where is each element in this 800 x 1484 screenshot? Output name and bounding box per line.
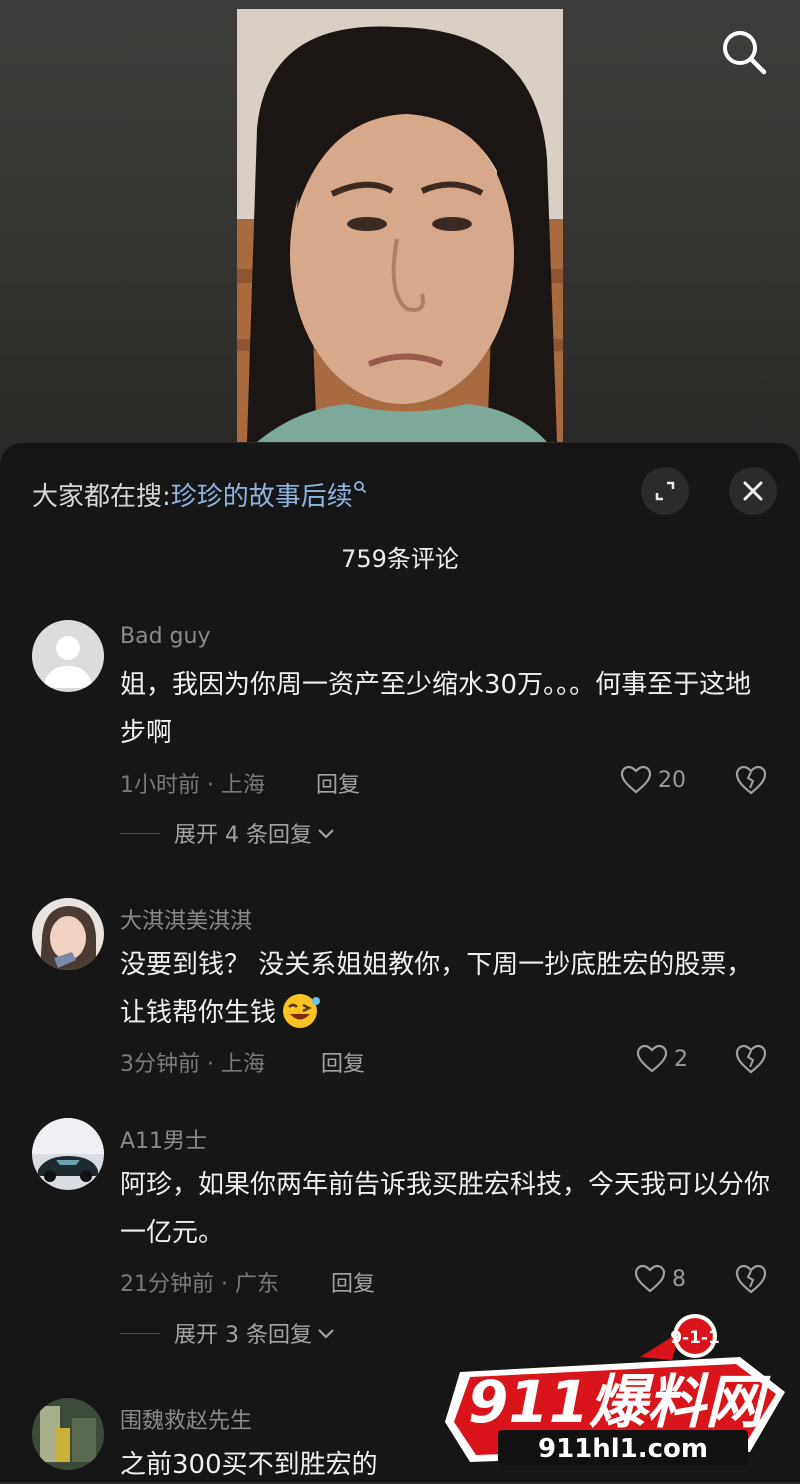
avatar[interactable]: [32, 620, 104, 692]
search-button[interactable]: [718, 26, 770, 78]
heart-icon: [634, 1264, 666, 1293]
search-icon: [723, 31, 767, 75]
broken-heart-icon: [735, 1044, 767, 1074]
avatar[interactable]: [32, 1118, 104, 1190]
divider-line: [120, 1332, 160, 1334]
reply-button[interactable]: 回复: [321, 1046, 365, 1078]
dislike-button[interactable]: [734, 764, 768, 798]
hot-search-prefix: 大家都在搜:: [32, 482, 171, 512]
expand-button[interactable]: [641, 467, 689, 515]
comment-time-location: 1小时前 · 上海: [120, 773, 265, 798]
reply-button[interactable]: 回复: [331, 1266, 375, 1298]
expand-replies[interactable]: 展开 3 条回复: [120, 1318, 336, 1348]
like-button[interactable]: 8: [634, 1261, 686, 1297]
comment-text: 没要到钱？ 没关系姐姐教你，下周一抄底胜宏的股票，让钱帮你生钱: [120, 941, 770, 1037]
comment-count: 759条评论: [341, 545, 459, 573]
heart-icon: [620, 765, 652, 794]
watermark-logo: 9-1-1 911爆料网 911hl1.com: [440, 1312, 790, 1480]
video-player[interactable]: [0, 0, 800, 460]
hot-search-bar[interactable]: 大家都在搜:珍珍的故事后续: [32, 476, 367, 513]
comment-username[interactable]: Bad guy: [120, 624, 210, 649]
expand-icon: [655, 481, 675, 501]
like-button[interactable]: 2: [636, 1041, 688, 1077]
comment-username[interactable]: 大淇淇美淇淇: [120, 903, 252, 935]
dislike-button[interactable]: [734, 1043, 768, 1077]
close-icon: [743, 481, 763, 501]
comment-username[interactable]: 围魏救赵先生: [120, 1403, 252, 1435]
laughing-emoji-icon: [283, 994, 321, 1028]
broken-heart-icon: [735, 765, 767, 795]
video-thumbnail: [237, 9, 563, 442]
like-button[interactable]: 20: [620, 762, 686, 798]
comment-text-content: 没要到钱？ 没关系姐姐教你，下周一抄底胜宏的股票，让钱帮你生钱: [120, 950, 753, 1028]
comment-text: 姐，我因为你周一资产至少缩水30万。。。何事至于这地步啊: [120, 670, 752, 748]
hot-search-keyword[interactable]: 珍珍的故事后续: [171, 482, 353, 512]
heart-icon: [636, 1044, 668, 1073]
comment-text: 阿珍，如果你两年前告诉我买胜宏科技，今天我可以分你一亿元。: [120, 1170, 771, 1248]
like-count: 20: [658, 767, 686, 793]
911-watermark-graphic: 9-1-1 911爆料网 911hl1.com: [445, 1314, 785, 1466]
avatar[interactable]: [32, 898, 104, 970]
close-button[interactable]: [729, 467, 777, 515]
expand-replies-label: 展开 4 条回复: [174, 823, 312, 848]
user-avatar-photo: [32, 898, 104, 970]
divider-line: [120, 832, 160, 834]
comment-time-location: 3分钟前 · 上海: [120, 1052, 265, 1077]
avatar[interactable]: [32, 1398, 104, 1470]
watermark-badge: 9-1-1: [670, 1328, 720, 1348]
user-avatar-photo: [32, 1118, 104, 1190]
like-count: 2: [674, 1046, 688, 1072]
chevron-down-icon: [318, 829, 334, 839]
default-avatar-icon: [32, 620, 104, 692]
comment-time-location: 21分钟前 · 广东: [120, 1272, 279, 1297]
watermark-brand: 911爆料网: [468, 1368, 771, 1436]
reply-button[interactable]: 回复: [316, 767, 360, 799]
like-count: 8: [672, 1266, 686, 1292]
expand-replies[interactable]: 展开 4 条回复: [120, 818, 336, 848]
dislike-button[interactable]: [734, 1263, 768, 1297]
watermark-url: 911hl1.com: [538, 1434, 708, 1464]
broken-heart-icon: [735, 1264, 767, 1294]
chevron-down-icon: [318, 1329, 334, 1339]
user-avatar-photo: [32, 1398, 104, 1470]
comment-username[interactable]: A11男士: [120, 1123, 207, 1155]
small-search-icon: [353, 481, 366, 494]
video-frame[interactable]: [237, 9, 563, 442]
expand-replies-label: 展开 3 条回复: [174, 1323, 312, 1348]
